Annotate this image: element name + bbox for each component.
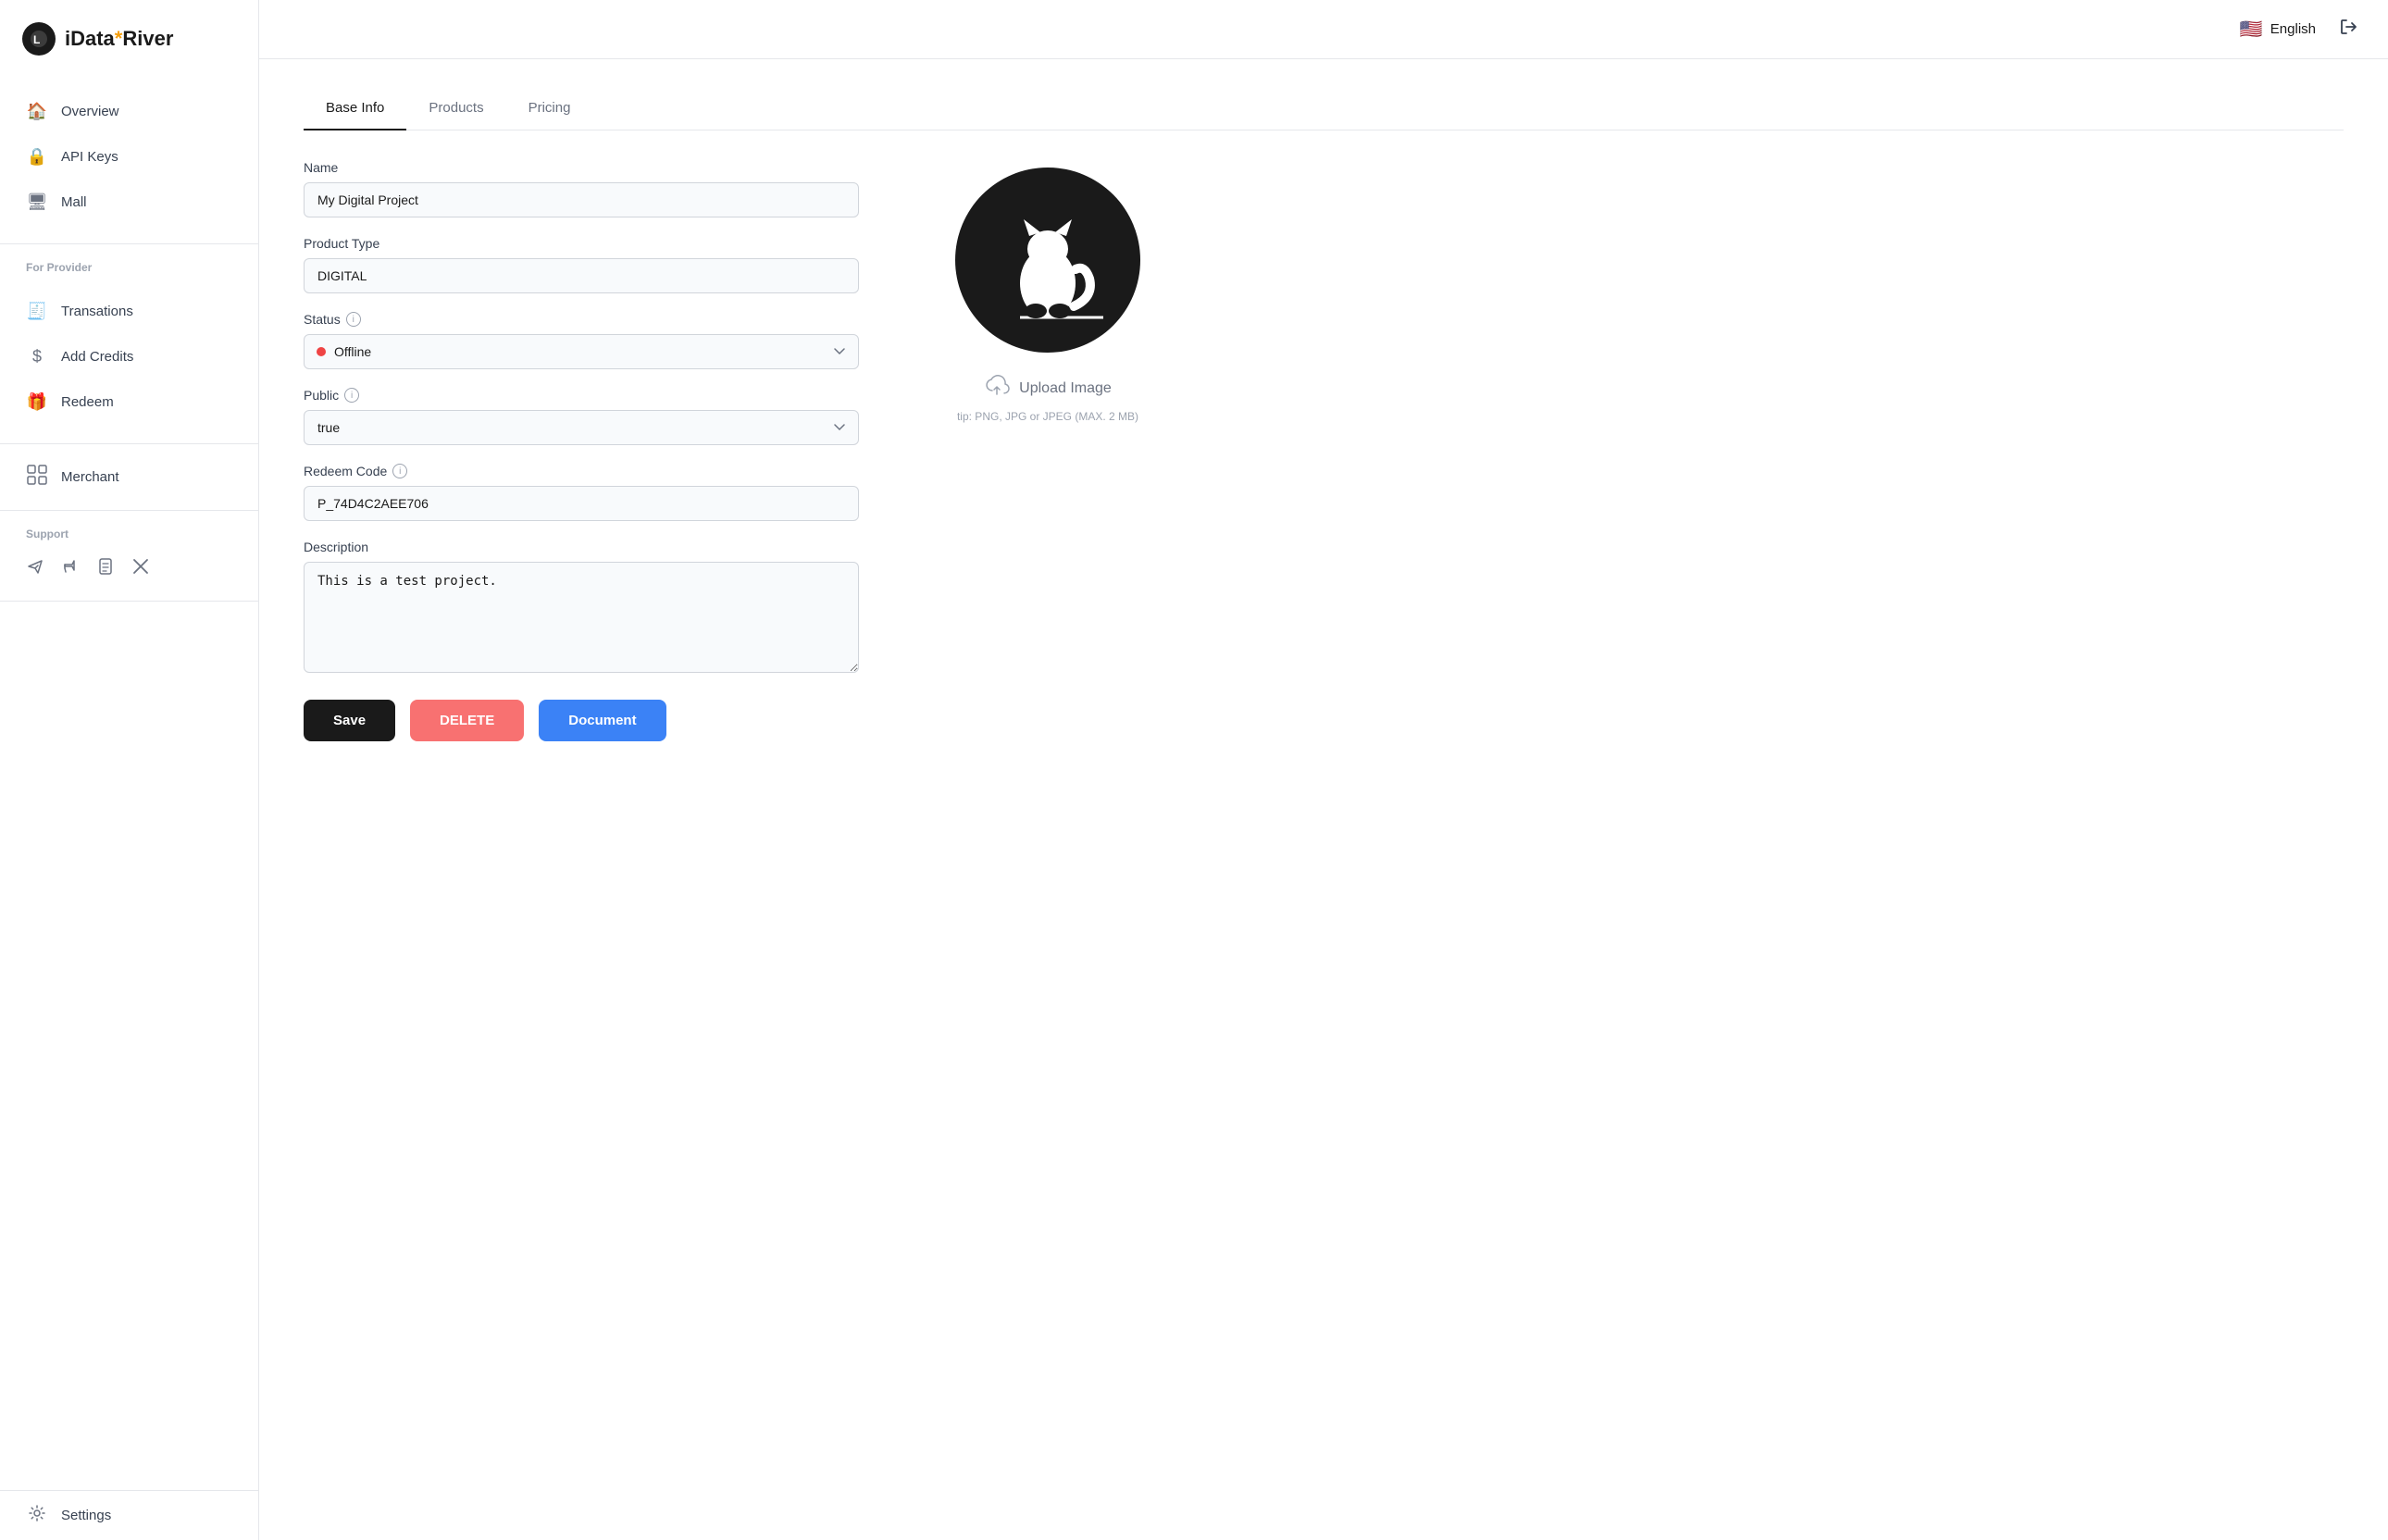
name-field-group: Name <box>304 160 859 217</box>
sidebar-item-add-credits[interactable]: $ Add Credits <box>0 334 258 379</box>
sidebar-item-overview[interactable]: 🏠 Overview <box>0 89 258 134</box>
public-label: Public i <box>304 388 859 403</box>
sidebar-label-settings: Settings <box>61 1508 111 1523</box>
dollar-icon: $ <box>26 347 48 366</box>
divider-4 <box>0 601 258 602</box>
form-right: Upload Image tip: PNG, JPG or JPEG (MAX.… <box>918 160 1177 423</box>
save-button[interactable]: Save <box>304 700 395 741</box>
gift-icon: 🎁 <box>26 392 48 412</box>
description-label: Description <box>304 540 859 554</box>
sidebar-label-merchant: Merchant <box>61 469 119 485</box>
status-select-wrapper: Offline Online <box>304 334 859 369</box>
support-links <box>0 544 258 593</box>
sidebar: L iData*River 🏠 Overview 🔒 API Keys 🖥 Ma… <box>0 0 259 1540</box>
language-label: English <box>2270 21 2316 37</box>
action-buttons: Save DELETE Document <box>304 700 859 741</box>
status-info-icon[interactable]: i <box>346 312 361 327</box>
tab-base-info[interactable]: Base Info <box>304 89 406 130</box>
delete-button[interactable]: DELETE <box>410 700 524 741</box>
sidebar-item-transactions[interactable]: 🧾 Transations <box>0 289 258 334</box>
home-icon: 🏠 <box>26 102 48 121</box>
name-label: Name <box>304 160 859 175</box>
description-textarea[interactable]: This is a test project. <box>304 562 859 673</box>
status-field-group: Status i Offline Online <box>304 312 859 369</box>
upload-tip: tip: PNG, JPG or JPEG (MAX. 2 MB) <box>957 410 1138 423</box>
telegram-icon[interactable] <box>26 557 44 580</box>
public-info-icon[interactable]: i <box>344 388 359 403</box>
sidebar-bottom: Settings <box>0 1490 258 1540</box>
product-type-input[interactable] <box>304 258 859 293</box>
support-section: Support <box>0 518 258 544</box>
logout-button[interactable] <box>2338 17 2358 43</box>
sidebar-label-overview: Overview <box>61 104 119 119</box>
sidebar-item-merchant[interactable]: Merchant <box>0 452 258 503</box>
app-name: iData*River <box>65 27 173 51</box>
tab-products[interactable]: Products <box>406 89 505 130</box>
redeem-info-icon[interactable]: i <box>392 464 407 478</box>
upload-section[interactable]: Upload Image tip: PNG, JPG or JPEG (MAX.… <box>957 375 1138 423</box>
flag-icon: 🇺🇸 <box>2240 18 2263 41</box>
settings-icon <box>26 1504 48 1527</box>
sidebar-label-add-credits: Add Credits <box>61 349 133 365</box>
svg-text:L: L <box>33 33 40 46</box>
sidebar-item-redeem[interactable]: 🎁 Redeem <box>0 379 258 425</box>
sidebar-label-transactions: Transations <box>61 304 133 319</box>
sidebar-label-mall: Mall <box>61 194 87 210</box>
description-field-group: Description This is a test project. <box>304 540 859 677</box>
lock-icon: 🔒 <box>26 147 48 167</box>
upload-button-area[interactable]: Upload Image <box>984 375 1112 403</box>
main-content: Base Info Products Pricing Name Product … <box>259 59 2388 1540</box>
sidebar-item-settings[interactable]: Settings <box>0 1491 258 1540</box>
receipt-icon: 🧾 <box>26 302 48 321</box>
monitor-icon: 🖥 <box>26 192 48 212</box>
sidebar-item-mall[interactable]: 🖥 Mall <box>0 180 258 225</box>
divider-1 <box>0 243 258 244</box>
upload-label: Upload Image <box>1019 380 1112 397</box>
status-label: Status i <box>304 312 859 327</box>
document-button[interactable]: Document <box>539 700 665 741</box>
main-nav: 🏠 Overview 🔒 API Keys 🖥 Mall <box>0 78 258 236</box>
logo-icon: L <box>22 22 56 56</box>
twitter-icon[interactable] <box>131 557 150 580</box>
announcement-icon[interactable] <box>61 557 80 580</box>
form-layout: Name Product Type Status i <box>304 160 2344 741</box>
tab-bar: Base Info Products Pricing <box>304 89 2344 130</box>
product-type-label: Product Type <box>304 236 859 251</box>
public-select[interactable]: true false <box>304 410 859 445</box>
divider-2 <box>0 443 258 444</box>
status-select[interactable]: Offline Online <box>304 334 859 369</box>
merchant-icon <box>26 465 48 490</box>
sidebar-item-api-keys[interactable]: 🔒 API Keys <box>0 134 258 180</box>
provider-nav: 🧾 Transations $ Add Credits 🎁 Redeem <box>0 278 258 436</box>
redeem-code-label: Redeem Code i <box>304 464 859 478</box>
sidebar-label-api-keys: API Keys <box>61 149 118 165</box>
upload-cloud-icon <box>984 375 1010 403</box>
product-type-field-group: Product Type <box>304 236 859 293</box>
tab-pricing[interactable]: Pricing <box>506 89 593 130</box>
app-logo: L iData*River <box>0 0 258 78</box>
product-image <box>955 168 1140 353</box>
name-input[interactable] <box>304 182 859 217</box>
redeem-code-field-group: Redeem Code i <box>304 464 859 521</box>
public-field-group: Public i true false <box>304 388 859 445</box>
docs-icon[interactable] <box>96 557 115 580</box>
form-left: Name Product Type Status i <box>304 160 859 741</box>
divider-3 <box>0 510 258 511</box>
topbar: 🇺🇸 English <box>259 0 2388 59</box>
sidebar-label-redeem: Redeem <box>61 394 114 410</box>
redeem-code-input[interactable] <box>304 486 859 521</box>
language-selector[interactable]: 🇺🇸 English <box>2240 18 2316 41</box>
for-provider-section: For Provider <box>0 252 258 278</box>
